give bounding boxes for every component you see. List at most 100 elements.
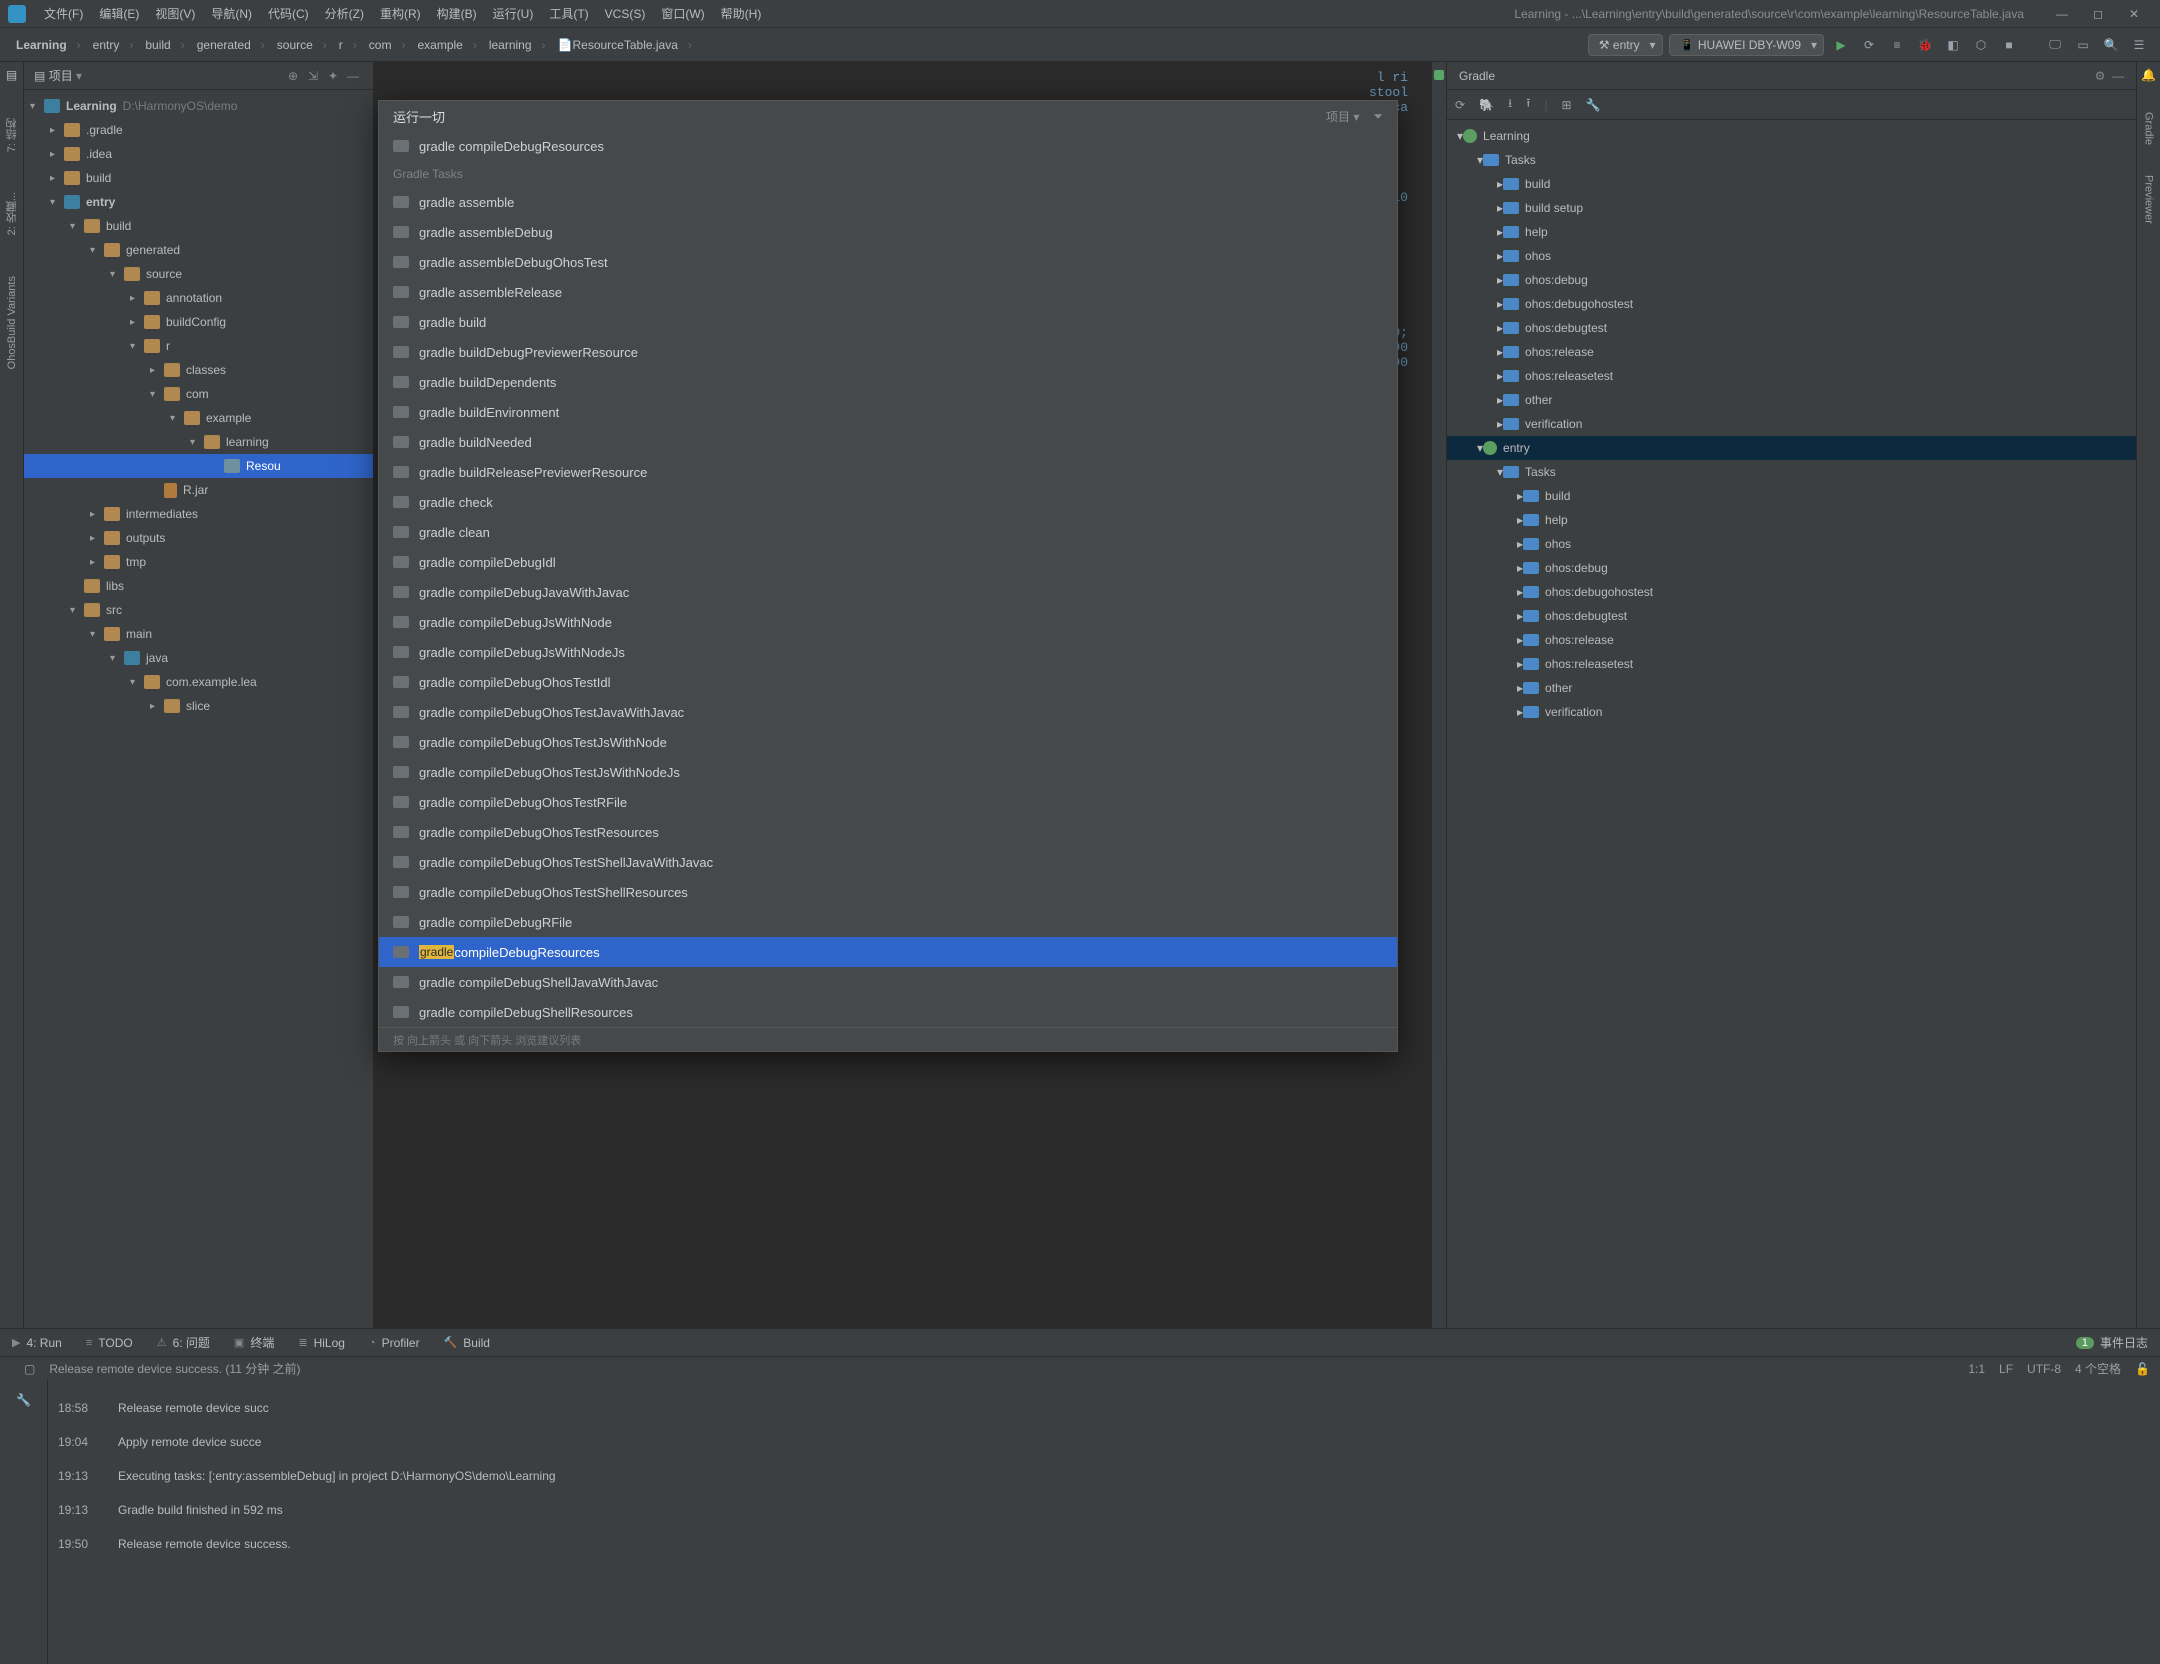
gradle-tree-item[interactable]: ▸ohos:debug (1447, 268, 2136, 292)
gradle-tree-item[interactable]: ▸ohos:debug (1447, 556, 2136, 580)
tree-item[interactable]: outputs (126, 531, 165, 545)
tree-item[interactable]: classes (186, 363, 226, 377)
gradle-tree-item[interactable]: ▾Tasks (1447, 460, 2136, 484)
debug-icon[interactable]: 🐞 (1914, 34, 1936, 56)
filter-icon[interactable]: ⏷ (1373, 109, 1383, 124)
gear-icon[interactable]: ⚙ (2095, 69, 2106, 83)
tree-item[interactable]: example (206, 411, 251, 425)
popup-item[interactable]: gradle compileDebugOhosTestJavaWithJavac (379, 697, 1397, 727)
project-tab-icon[interactable]: ▤ (6, 68, 17, 82)
notifications-icon[interactable]: 🔔 (2141, 68, 2156, 82)
gradle-tab[interactable]: Gradle (2143, 112, 2155, 145)
popup-item[interactable]: gradle compileDebugOhosTestIdl (379, 667, 1397, 697)
caret-position[interactable]: 1:1 (1968, 1362, 1985, 1376)
popup-item[interactable]: gradle compileDebugShellJavaWithJavac (379, 967, 1397, 997)
tab-hilog[interactable]: ≣HiLog (294, 1336, 349, 1350)
profiler-icon[interactable]: ◧ (1942, 34, 1964, 56)
gradle-tree-item[interactable]: ▸ohos (1447, 532, 2136, 556)
settings-icon[interactable]: ☰ (2128, 34, 2150, 56)
breadcrumb[interactable]: entry (87, 38, 140, 52)
gradle-tree-item[interactable]: ▸build (1447, 484, 2136, 508)
avd-icon[interactable]: ▭ (2072, 34, 2094, 56)
tab-profiler[interactable]: ◔Profiler (365, 1336, 424, 1350)
tree-item[interactable]: src (106, 603, 122, 617)
tree-item[interactable]: R.jar (183, 483, 208, 497)
elephant-icon[interactable]: 🐘 (1479, 98, 1494, 112)
locate-icon[interactable]: ⊕ (283, 69, 303, 83)
popup-item[interactable]: gradle compileDebugRFile (379, 907, 1397, 937)
popup-item[interactable]: gradle compileDebugResources (379, 131, 1397, 161)
gradle-tree-item[interactable]: ▸verification (1447, 700, 2136, 724)
gradle-tree-item[interactable]: ▸ohos:releasetest (1447, 652, 2136, 676)
menu-tools[interactable]: 工具(T) (541, 5, 596, 22)
tree-item-selected[interactable]: Resou (246, 459, 281, 473)
tree-item[interactable]: buildConfig (166, 315, 226, 329)
device-manager-icon[interactable]: 🖵 (2044, 34, 2066, 56)
popup-item[interactable]: gradle compileDebugOhosTestRFile (379, 787, 1397, 817)
upload-icon[interactable]: ⭱ (1526, 94, 1530, 115)
play-icon[interactable]: ▶ (1830, 34, 1852, 56)
breadcrumb[interactable]: example (411, 38, 482, 52)
tree-item[interactable]: com (186, 387, 209, 401)
maximize-icon[interactable]: ◻ (2080, 7, 2116, 21)
restart-icon[interactable]: ⟳ (1858, 34, 1880, 56)
gradle-tree-item[interactable]: ▸other (1447, 388, 2136, 412)
tree-item[interactable]: annotation (166, 291, 222, 305)
stop-icon[interactable]: ■ (1998, 34, 2020, 56)
gradle-tree-item[interactable]: ▸build setup (1447, 196, 2136, 220)
gradle-tree-item[interactable]: ▸ohos:debugohostest (1447, 292, 2136, 316)
popup-item[interactable]: gradle compileDebugOhosTestJsWithNode (379, 727, 1397, 757)
popup-item[interactable]: gradle check (379, 487, 1397, 517)
tree-root[interactable]: Learning (66, 99, 117, 113)
tree-item[interactable]: build (106, 219, 131, 233)
breadcrumb[interactable]: r (333, 38, 363, 52)
gradle-tree-item[interactable]: ▸help (1447, 508, 2136, 532)
gradle-tree-item[interactable]: ▸ohos:release (1447, 628, 2136, 652)
tree-item[interactable]: libs (106, 579, 124, 593)
tree-item[interactable]: r (166, 339, 170, 353)
breadcrumb-file[interactable]: 📄 ResourceTable.java (552, 38, 698, 52)
menu-refactor[interactable]: 重构(R) (372, 5, 429, 22)
tab-build[interactable]: 🔨Build (440, 1336, 494, 1350)
tree-item[interactable]: tmp (126, 555, 146, 569)
minimize-icon[interactable]: — (2044, 7, 2080, 21)
tree-item[interactable]: generated (126, 243, 180, 257)
event-log[interactable]: 18:58Gradle build finished in 1 m18:58Re… (48, 1355, 2160, 1664)
tree-item[interactable]: build (86, 171, 111, 185)
tab-run[interactable]: ▶4: Run (8, 1336, 66, 1350)
popup-item[interactable]: gradle assemble (379, 187, 1397, 217)
breadcrumb[interactable]: com (363, 38, 412, 52)
popup-item[interactable]: gradle buildReleasePreviewerResource (379, 457, 1397, 487)
gradle-tree-item[interactable]: ▸other (1447, 676, 2136, 700)
popup-item[interactable]: gradle buildEnvironment (379, 397, 1397, 427)
tree-item[interactable]: entry (86, 195, 115, 209)
build-variants-tab[interactable]: OhosBuild Variants (4, 272, 20, 373)
gradle-tree-item[interactable]: ▾entry (1447, 436, 2136, 460)
popup-item[interactable]: gradle assembleDebugOhosTest (379, 247, 1397, 277)
breadcrumb[interactable]: learning (483, 38, 552, 52)
coverage-icon[interactable]: ≡ (1886, 34, 1908, 56)
search-icon[interactable]: 🔍 (2100, 34, 2122, 56)
tree-item[interactable]: source (146, 267, 182, 281)
close-icon[interactable]: ✕ (2116, 7, 2152, 21)
gradle-tree-item[interactable]: ▸ohos (1447, 244, 2136, 268)
favorites-tab[interactable]: 2: 收藏... (2, 188, 22, 239)
tree-item[interactable]: .gradle (86, 123, 123, 137)
popup-list[interactable]: gradle compileDebugResourcesGradle Tasks… (379, 131, 1397, 1027)
gradle-tree[interactable]: ▾Learning▾Tasks▸build▸build setup▸help▸o… (1447, 120, 2136, 1328)
expand-icon[interactable]: ⇲ (303, 69, 323, 83)
project-panel-title[interactable]: 项目 (49, 67, 82, 84)
gradle-tree-item[interactable]: ▾Learning (1447, 124, 2136, 148)
menu-edit[interactable]: 编辑(E) (91, 5, 147, 22)
lock-icon[interactable]: 🔓 (2135, 1362, 2150, 1376)
expand-all-icon[interactable]: ⊞ (1562, 98, 1572, 112)
popup-item[interactable]: gradle compileDebugOhosTestShellJavaWith… (379, 847, 1397, 877)
tree-item[interactable]: slice (186, 699, 210, 713)
gradle-tree-item[interactable]: ▸ohos:debugtest (1447, 604, 2136, 628)
attach-icon[interactable]: ⬡ (1970, 34, 1992, 56)
popup-item[interactable]: gradle compileDebugJsWithNodeJs (379, 637, 1397, 667)
line-separator[interactable]: LF (1999, 1362, 2013, 1376)
wrench-icon[interactable]: 🔧 (1586, 98, 1601, 112)
gradle-tree-item[interactable]: ▸ohos:releasetest (1447, 364, 2136, 388)
gradle-tree-item[interactable]: ▸ohos:debugtest (1447, 316, 2136, 340)
